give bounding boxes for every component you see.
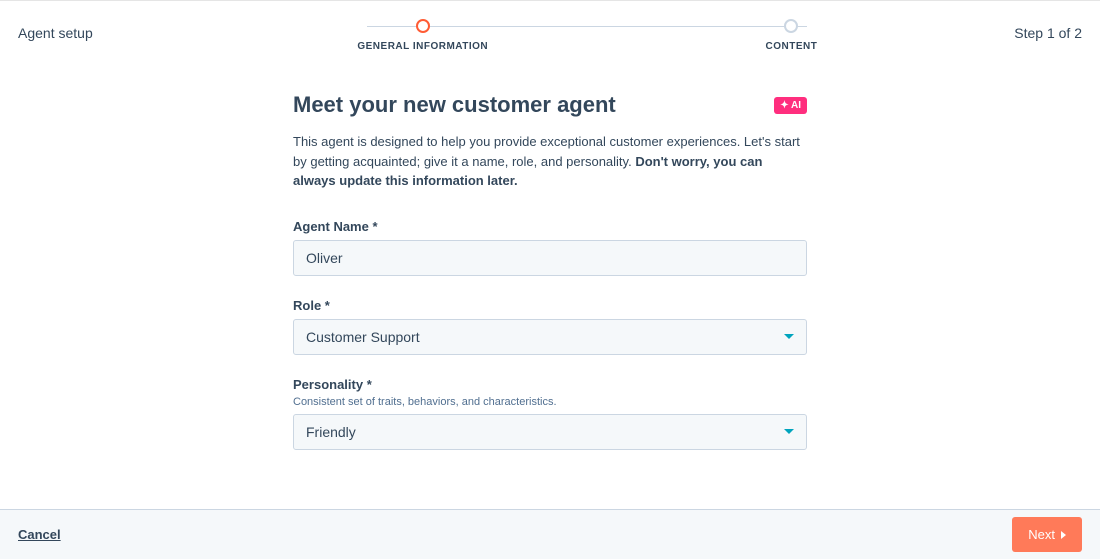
next-button-label: Next [1028, 527, 1055, 542]
ai-badge[interactable]: ✦ AI [774, 97, 807, 114]
stepper-step-content[interactable]: CONTENT [766, 19, 818, 52]
agent-name-label: Agent Name * [293, 219, 807, 234]
stepper: GENERAL INFORMATION CONTENT [213, 19, 962, 52]
personality-hint: Consistent set of traits, behaviors, and… [293, 396, 807, 408]
chevron-down-icon [784, 334, 794, 339]
role-label: Role * [293, 298, 807, 313]
page-title: Agent setup [18, 19, 93, 41]
role-select[interactable]: Customer Support [293, 319, 807, 355]
chevron-right-icon [1061, 531, 1066, 539]
personality-select[interactable]: Friendly [293, 414, 807, 450]
step-indicator: Step 1 of 2 [1014, 25, 1082, 41]
stepper-step-general-information[interactable]: GENERAL INFORMATION [357, 19, 488, 52]
header: Agent setup GENERAL INFORMATION CONTENT … [0, 1, 1100, 52]
form-description: This agent is designed to help you provi… [293, 132, 807, 191]
personality-value: Friendly [306, 424, 356, 440]
stepper-label: CONTENT [766, 41, 818, 52]
stepper-circle-icon [784, 19, 798, 33]
cancel-button[interactable]: Cancel [18, 527, 61, 542]
field-personality: Personality * Consistent set of traits, … [293, 377, 807, 450]
field-agent-name: Agent Name * [293, 219, 807, 276]
personality-label: Personality * [293, 377, 807, 392]
agent-name-input[interactable] [293, 240, 807, 276]
stepper-label: GENERAL INFORMATION [357, 41, 488, 52]
form-title: Meet your new customer agent [293, 92, 616, 118]
next-button[interactable]: Next [1012, 517, 1082, 552]
footer: Cancel Next [0, 509, 1100, 559]
role-value: Customer Support [306, 329, 420, 345]
stepper-circle-active-icon [416, 19, 430, 33]
main-form: Meet your new customer agent ✦ AI This a… [293, 92, 807, 450]
chevron-down-icon [784, 429, 794, 434]
field-role: Role * Customer Support [293, 298, 807, 355]
